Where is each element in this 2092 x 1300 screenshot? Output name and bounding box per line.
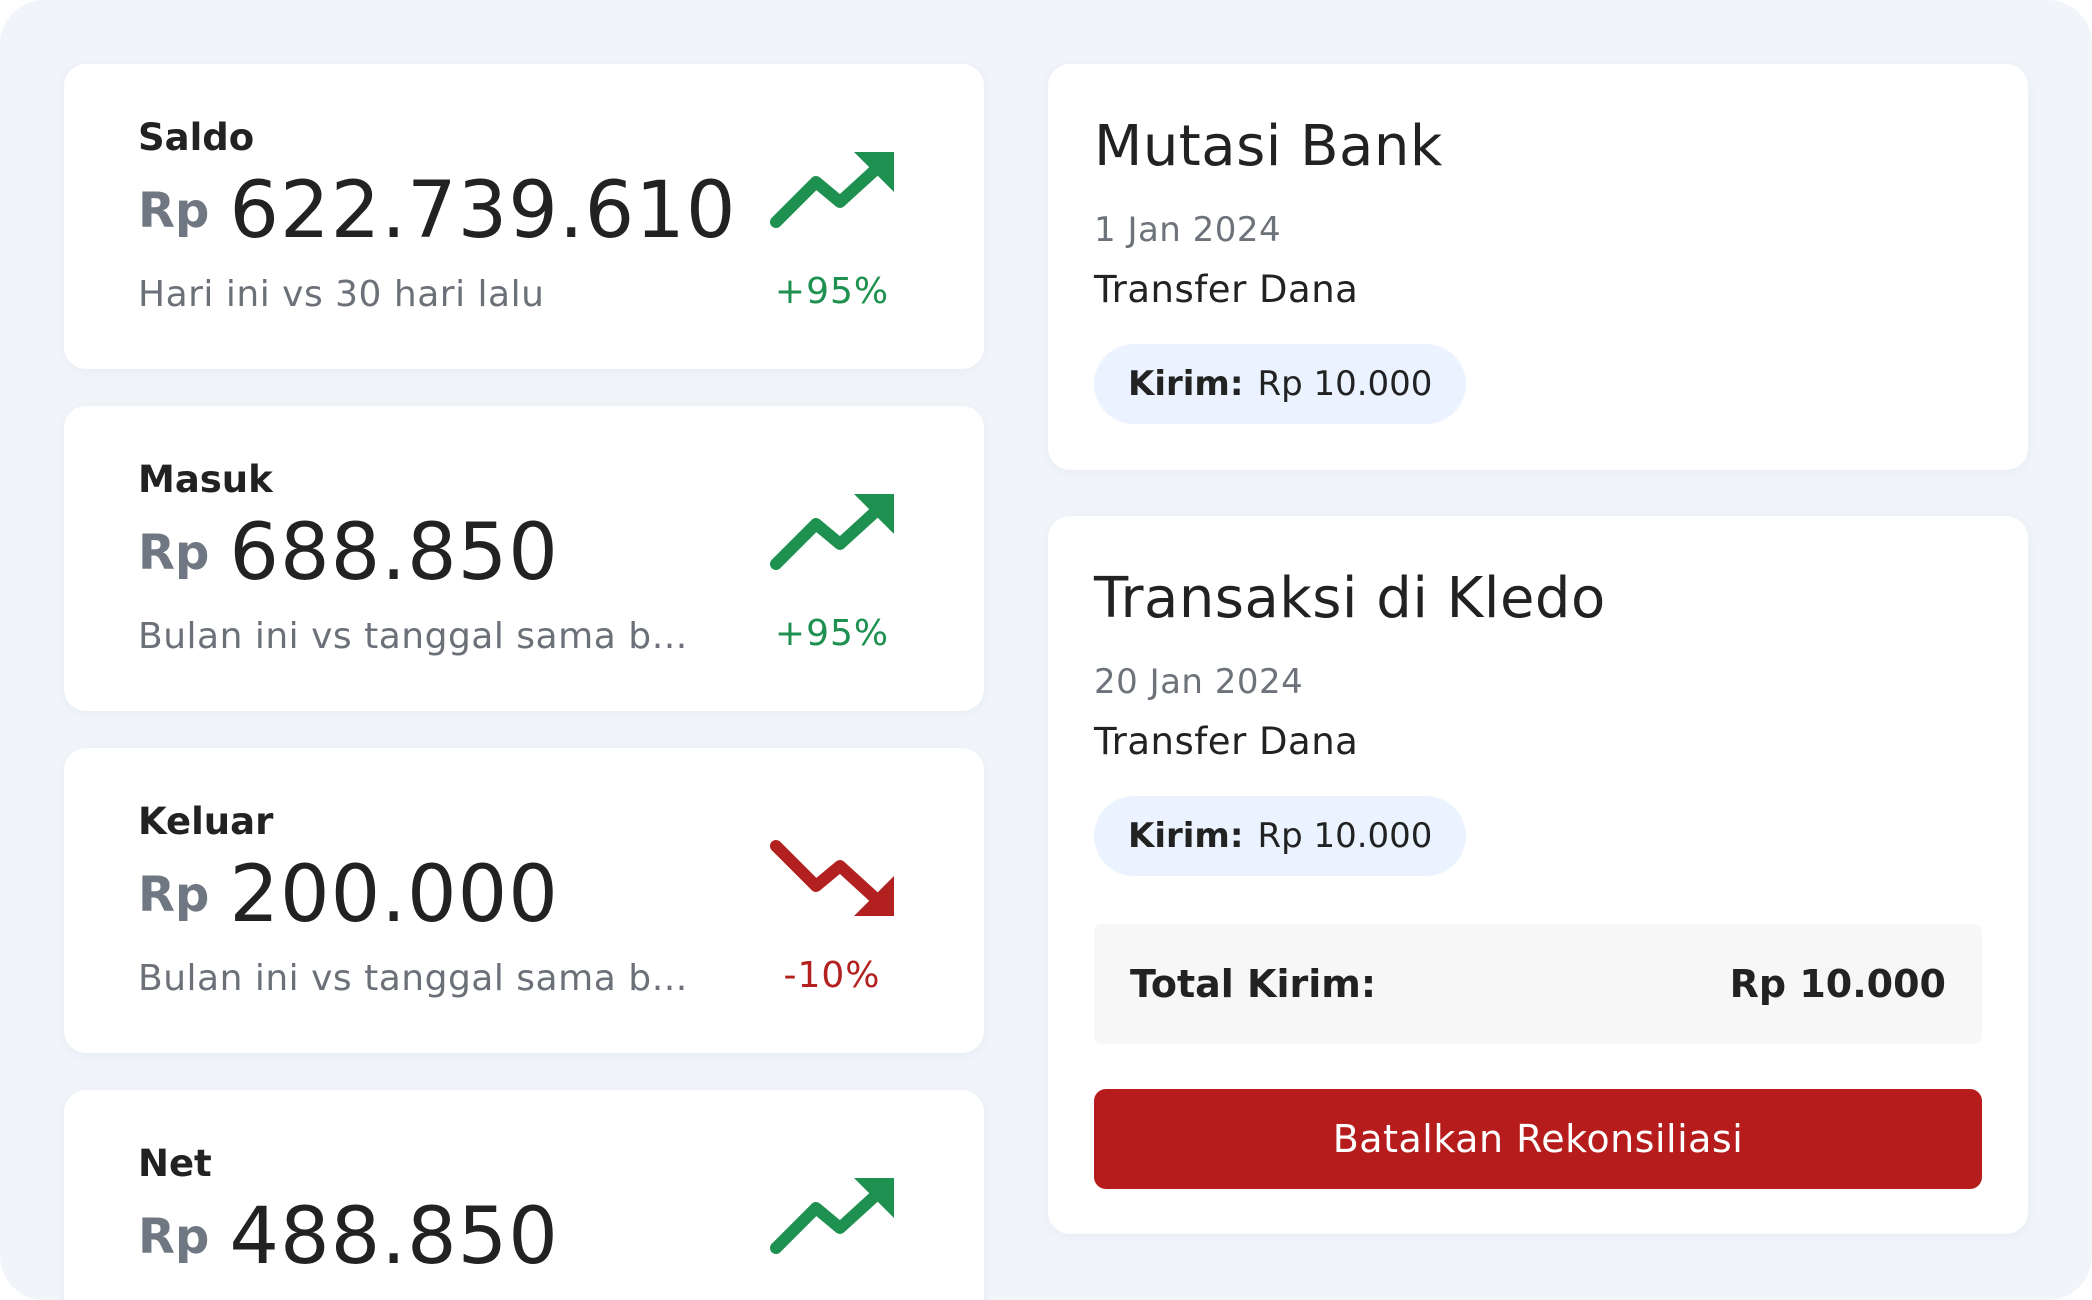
stat-card-masuk: Masuk Rp 688.850 Bulan ini vs tanggal sam… [64,406,984,711]
change-percent: -10% [783,955,881,996]
cancel-reconciliation-button[interactable]: Batalkan Rekonsiliasi [1094,1089,1982,1189]
dashboard-frame: Saldo Rp 622.739.610 Hari ini vs 30 hari … [0,0,2092,1300]
transaction-description: Transfer Dana [1094,268,1359,311]
transaction-description: Transfer Dana [1094,720,1359,763]
stat-card-net: Net Rp 488.850 [64,1090,984,1300]
total-label: Total Kirim: [1130,962,1377,1006]
stat-title: Masuk [138,458,273,501]
trend-down-icon [770,840,894,916]
transaction-date: 1 Jan 2024 [1094,210,1282,250]
amount-value: 488.850 [229,1192,559,1282]
stat-title: Keluar [138,800,274,843]
currency-label: Rp [138,1209,210,1265]
stat-amount: Rp 488.850 [138,1198,559,1276]
stat-subtitle: Bulan ini vs tanggal sama bulan lalu [138,616,708,657]
amount-value: 200.000 [229,850,559,940]
stat-amount: Rp 200.000 [138,856,559,934]
total-value: Rp 10.000 [1729,962,1946,1006]
card-title: Mutasi Bank [1094,114,1443,179]
change-percent: +95% [774,613,890,654]
trend-up-icon [770,152,894,228]
kledo-transaction-card: Transaksi di Kledo 20 Jan 2024 Transfer … [1048,516,2028,1234]
stat-subtitle: Bulan ini vs tanggal sama bulan lalu [138,958,708,999]
amount-pill: Kirim: Rp 10.000 [1094,344,1467,424]
stat-title: Net [138,1142,212,1185]
stat-card-keluar: Keluar Rp 200.000 Bulan ini vs tanggal sa… [64,748,984,1053]
stat-amount: Rp 622.739.610 [138,172,737,250]
pill-value: Rp 10.000 [1257,364,1433,404]
stat-subtitle: Hari ini vs 30 hari lalu [138,274,545,315]
bank-mutation-card: Mutasi Bank 1 Jan 2024 Transfer Dana Kir… [1048,64,2028,470]
stat-title: Saldo [138,116,255,159]
total-summary: Total Kirim: Rp 10.000 [1094,924,1982,1044]
pill-label: Kirim: [1128,816,1244,856]
amount-value: 622.739.610 [229,166,737,256]
currency-label: Rp [138,525,210,581]
card-title: Transaksi di Kledo [1094,566,1606,631]
amount-pill: Kirim: Rp 10.000 [1094,796,1467,876]
currency-label: Rp [138,183,210,239]
stat-card-saldo: Saldo Rp 622.739.610 Hari ini vs 30 hari … [64,64,984,369]
pill-label: Kirim: [1128,364,1244,404]
change-percent: +95% [774,271,890,312]
trend-up-icon [770,1178,894,1254]
transaction-date: 20 Jan 2024 [1094,662,1304,702]
currency-label: Rp [138,867,210,923]
trend-up-icon [770,494,894,570]
amount-value: 688.850 [229,508,559,598]
stat-amount: Rp 688.850 [138,514,559,592]
pill-value: Rp 10.000 [1257,816,1433,856]
